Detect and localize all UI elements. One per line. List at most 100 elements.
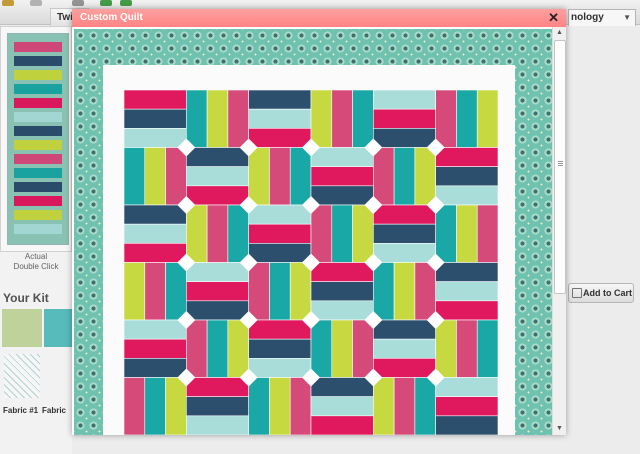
quilt-strip xyxy=(248,223,312,244)
quilt-strip xyxy=(435,90,457,148)
quilt-strip xyxy=(186,90,208,148)
quilt-strip xyxy=(186,147,249,167)
quilt-strip xyxy=(248,338,312,359)
custom-quilt-dialog: Custom Quilt ✕ ▲ ▼ xyxy=(72,9,566,435)
quilt-strip xyxy=(373,243,436,263)
quilt-strip xyxy=(435,147,498,167)
quilt-strip xyxy=(435,300,498,321)
quilt-strip xyxy=(227,90,249,148)
quilt-strip xyxy=(289,377,312,435)
quilt-strip xyxy=(456,90,478,148)
quilt-strip xyxy=(124,358,187,378)
scroll-thumb[interactable] xyxy=(554,40,566,294)
quilt-strip xyxy=(186,396,249,417)
quilt-strip xyxy=(186,204,208,263)
quilt-strip xyxy=(435,319,457,378)
quilt-strip xyxy=(373,108,436,129)
quilt-strip xyxy=(310,262,374,282)
quilt-strip xyxy=(186,300,249,321)
quilt-strip xyxy=(476,204,498,263)
quilt-strip xyxy=(165,377,187,435)
quilt-strip xyxy=(435,377,498,397)
quilt-strip xyxy=(186,281,249,302)
quilt-strip xyxy=(165,147,187,206)
quilt-strip xyxy=(476,90,498,148)
quilt-strip xyxy=(352,319,374,378)
quilt-strip xyxy=(186,415,249,435)
vertical-scrollbar[interactable]: ▲ ▼ xyxy=(552,27,566,435)
quilt-strip xyxy=(124,128,187,148)
quilt-strip xyxy=(373,262,395,321)
quilt-strip xyxy=(456,204,478,263)
quilt-strip xyxy=(310,166,374,187)
quilt-strip xyxy=(435,185,498,206)
quilt-strip xyxy=(435,415,498,435)
scroll-up-icon[interactable]: ▲ xyxy=(553,27,566,39)
quilt-strip xyxy=(310,415,374,435)
quilt-strip xyxy=(124,108,187,129)
quilt-strip xyxy=(373,223,436,244)
quilt-strip xyxy=(248,319,312,340)
quilt-strip xyxy=(476,319,498,378)
quilt-strip xyxy=(124,338,187,359)
quilt-strip xyxy=(289,262,312,321)
quilt-strip xyxy=(144,377,166,435)
quilt-strip xyxy=(269,147,291,206)
quilt-strip xyxy=(352,90,374,148)
quilt-strip xyxy=(414,147,436,206)
quilt-strip xyxy=(248,204,312,225)
quilt-strip xyxy=(248,377,270,435)
quilt-strip xyxy=(144,147,166,206)
quilt-strip xyxy=(310,147,374,167)
quilt-strip xyxy=(186,166,249,187)
quilt-strip xyxy=(456,319,478,378)
quilt-center xyxy=(124,90,498,435)
quilt-viewport[interactable] xyxy=(72,27,552,435)
dialog-header[interactable]: Custom Quilt ✕ xyxy=(72,9,566,27)
quilt-strip xyxy=(435,281,498,302)
quilt-strip xyxy=(414,262,436,321)
quilt-strip xyxy=(435,204,457,263)
quilt-strip xyxy=(414,377,436,435)
quilt-strip xyxy=(124,204,187,225)
quilt-strip xyxy=(248,108,312,129)
quilt-strip xyxy=(227,319,249,378)
quilt-strip xyxy=(310,281,374,302)
quilt-strip xyxy=(124,377,146,435)
quilt-strip xyxy=(373,90,436,110)
close-icon[interactable]: ✕ xyxy=(548,10,559,26)
quilt-strip xyxy=(310,377,374,397)
quilt-blocks xyxy=(124,90,498,435)
quilt-strip xyxy=(206,319,229,378)
quilt-strip xyxy=(289,147,312,206)
quilt-strip xyxy=(373,338,436,359)
scroll-down-icon[interactable]: ▼ xyxy=(553,423,566,435)
quilt-strip xyxy=(373,128,436,148)
quilt-strip xyxy=(144,262,166,321)
quilt-strip xyxy=(186,377,249,397)
quilt-strip xyxy=(373,377,395,435)
quilt-strip xyxy=(269,262,291,321)
quilt-strip xyxy=(373,358,436,378)
quilt-strip xyxy=(124,147,146,206)
quilt-strip xyxy=(227,204,249,263)
quilt-strip xyxy=(310,396,374,417)
quilt-strip xyxy=(331,204,353,263)
quilt-strip xyxy=(435,262,498,282)
quilt-strip xyxy=(124,90,187,110)
quilt-strip xyxy=(393,262,416,321)
quilt-strip xyxy=(124,243,187,263)
quilt-strip xyxy=(248,128,312,148)
quilt-strip xyxy=(248,358,312,378)
quilt-strip xyxy=(310,204,333,263)
quilt-strip xyxy=(310,319,333,378)
quilt-strip xyxy=(248,243,312,263)
quilt-strip xyxy=(206,90,229,148)
quilt-strip xyxy=(393,147,416,206)
quilt-strip xyxy=(373,147,395,206)
quilt-strip xyxy=(310,300,374,321)
quilt-strip xyxy=(435,166,498,187)
quilt-strip xyxy=(373,319,436,340)
quilt-strip xyxy=(331,319,353,378)
quilt-strip xyxy=(310,90,333,148)
